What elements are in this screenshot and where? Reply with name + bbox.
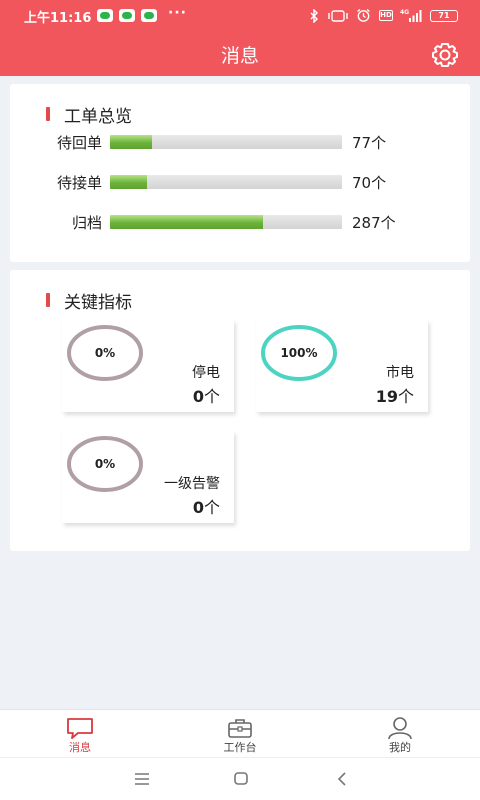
metric-label: 停电	[192, 365, 220, 381]
signal-icon: 4G	[400, 9, 422, 22]
section-marker	[46, 107, 50, 121]
status-time: 上午11:16	[24, 11, 92, 26]
back-icon[interactable]	[330, 770, 354, 788]
metric-unit: 个	[203, 387, 220, 406]
vibrate-icon	[328, 10, 348, 22]
app-header: 消息	[0, 32, 480, 76]
stat-count: 77个	[352, 134, 387, 152]
stat-row-pending-reply[interactable]: 待回单 77个	[10, 130, 470, 154]
user-icon	[388, 717, 412, 740]
tab-profile[interactable]: 我的	[340, 710, 460, 758]
stat-row-archived[interactable]: 归档 287个	[10, 210, 470, 234]
metric-card-level-1-alarm[interactable]: 0% 一级告警 0个	[62, 431, 234, 523]
metric-card-power-outage[interactable]: 0% 停电 0个	[62, 320, 234, 412]
stat-count: 287个	[352, 214, 396, 232]
stat-count: 70个	[352, 174, 387, 192]
section-title: 工单总览	[64, 107, 132, 127]
metric-value: 0个	[193, 494, 220, 518]
progress-fill	[110, 215, 264, 229]
settings-button[interactable]	[428, 40, 462, 70]
system-navigation-bar	[0, 757, 480, 800]
metric-value: 19个	[376, 383, 414, 407]
metric-number: 0	[192, 498, 204, 517]
metric-unit: 个	[397, 387, 414, 406]
network-type-label: 4G	[400, 9, 409, 16]
metric-card-mains-power[interactable]: 100% 市电 19个	[256, 320, 428, 412]
menu-icon[interactable]	[130, 770, 154, 788]
metric-label: 市电	[386, 365, 414, 381]
work-order-overview-card: 工单总览 待回单 77个 待接单 70个 归档 287个	[10, 84, 470, 262]
tab-workbench[interactable]: 工作台	[180, 710, 300, 758]
progress-track	[110, 175, 342, 189]
progress-track	[110, 135, 342, 149]
metric-percent: 0%	[94, 457, 116, 471]
progress-fill	[110, 135, 152, 149]
message-icon	[67, 718, 93, 739]
metric-percent: 100%	[280, 346, 318, 360]
metric-number: 19	[375, 387, 398, 406]
gear-icon	[432, 43, 458, 67]
key-metrics-card: 关键指标 0% 停电 0个 100% 市电 19个 0% 一级告警 0个	[10, 270, 470, 551]
page-title: 消息	[220, 45, 259, 67]
bluetooth-icon	[310, 9, 318, 23]
metric-unit: 个	[203, 498, 220, 517]
wechat-icon	[141, 9, 157, 22]
stat-label: 待接单	[56, 174, 102, 192]
stat-row-pending-accept[interactable]: 待接单 70个	[10, 170, 470, 194]
progress-track	[110, 215, 342, 229]
tab-label: 我的	[389, 741, 411, 754]
stat-label: 归档	[71, 214, 102, 232]
alarm-icon	[357, 8, 370, 22]
wechat-icon	[119, 9, 135, 22]
stat-label: 待回单	[56, 134, 102, 152]
battery-icon: 71	[430, 10, 458, 22]
hd-icon: HD	[379, 10, 393, 21]
tab-label: 工作台	[223, 741, 257, 754]
section-title: 关键指标	[64, 293, 132, 313]
tab-messages[interactable]: 消息	[20, 710, 140, 758]
status-bar: 上午11:16 ··· HD 4G 71	[0, 0, 480, 32]
metric-number: 0	[192, 387, 204, 406]
tab-label: 消息	[69, 741, 91, 754]
briefcase-icon	[228, 719, 252, 738]
bottom-tab-bar: 消息 工作台 我的	[0, 709, 480, 757]
metric-value: 0个	[193, 383, 220, 407]
section-marker	[46, 293, 50, 307]
home-icon[interactable]	[229, 770, 253, 788]
metric-label: 一级告警	[164, 476, 220, 492]
metric-percent: 0%	[94, 346, 116, 360]
progress-fill	[110, 175, 148, 189]
wechat-icon	[97, 9, 113, 22]
more-notifications-indicator: ···	[168, 5, 187, 21]
